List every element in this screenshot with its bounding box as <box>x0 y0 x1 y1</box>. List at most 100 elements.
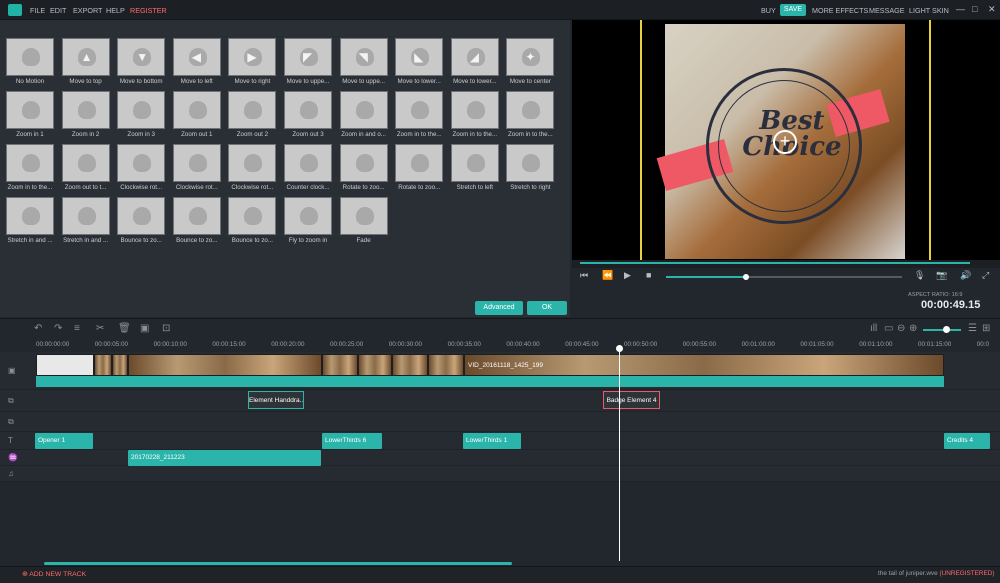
play-icon[interactable]: ▶ <box>624 270 631 281</box>
effect-thumbnail[interactable]: ◥ <box>339 38 388 76</box>
video-clip[interactable] <box>358 354 392 376</box>
delete-icon[interactable]: 🗑 <box>118 323 131 334</box>
effect-thumbnail[interactable] <box>172 144 221 182</box>
text-clip-lowerthirds-1[interactable]: LowerThirds 1 <box>463 433 521 449</box>
menu-edit[interactable]: EDIT <box>50 6 66 15</box>
effect-thumbnail[interactable] <box>228 144 277 182</box>
effect-thumbnail[interactable] <box>6 91 54 129</box>
volume-icon[interactable]: 🔊 <box>960 270 971 281</box>
effect-thumbnail[interactable] <box>172 197 221 235</box>
effect-thumbnail[interactable] <box>61 91 110 129</box>
effect-thumbnail[interactable]: ◀ <box>172 38 221 76</box>
zoom-slider-handle[interactable] <box>943 326 950 333</box>
video-clip-main[interactable]: VID_20161118_1425_199 <box>464 354 944 376</box>
element-clip-badge[interactable]: Badge Element 4 <box>603 391 660 409</box>
effect-thumbnail[interactable] <box>284 197 332 235</box>
effect-thumbnail[interactable] <box>228 197 277 235</box>
cut-icon[interactable]: ✂ <box>96 323 104 334</box>
maximize-icon[interactable]: □ <box>972 4 977 14</box>
effect-thumbnail[interactable] <box>506 144 555 182</box>
export-frame-icon[interactable]: ⊡ <box>162 323 170 334</box>
fullscreen-icon[interactable]: ⤢ <box>982 270 989 281</box>
adjust-icon[interactable]: ≡ <box>74 323 80 334</box>
text-clip-lowerthirds-6[interactable]: LowerThirds 6 <box>322 433 382 449</box>
ok-button[interactable]: OK <box>527 301 567 315</box>
zoom-in-icon[interactable]: ⊕ <box>909 323 917 334</box>
effect-thumbnail[interactable] <box>117 91 166 129</box>
video-clip[interactable] <box>94 354 112 376</box>
video-clip-images[interactable] <box>128 354 322 376</box>
effect-thumbnail[interactable]: ◢ <box>450 38 499 76</box>
menu-file[interactable]: FILE <box>30 6 45 15</box>
effect-thumbnail[interactable] <box>395 144 444 182</box>
speed-icon[interactable]: ▭ <box>884 323 893 334</box>
effect-thumbnail[interactable] <box>284 144 332 182</box>
effect-thumbnail[interactable]: ◣ <box>395 38 444 76</box>
effect-thumbnail[interactable] <box>450 91 499 129</box>
effect-thumbnail[interactable] <box>6 38 54 76</box>
element-clip-handdrawn[interactable]: Element Handdra... <box>248 391 304 409</box>
step-back-icon[interactable]: ⏪ <box>602 270 613 281</box>
playback-slider-handle[interactable] <box>743 274 750 280</box>
zoom-slider[interactable] <box>923 329 961 331</box>
effect-thumbnail[interactable]: ▶ <box>228 38 277 76</box>
minimize-icon[interactable]: — <box>956 4 965 14</box>
effect-thumbnail[interactable] <box>284 91 332 129</box>
stop-icon[interactable]: ■ <box>646 270 651 280</box>
more-effects-button[interactable]: MORE EFFECTS <box>812 6 868 15</box>
text-clip-opener[interactable]: Opener 1 <box>35 433 93 449</box>
video-clip[interactable] <box>112 354 128 376</box>
light-skin-button[interactable]: LIGHT SKIN <box>909 6 949 15</box>
effect-thumbnail[interactable] <box>117 144 166 182</box>
text-clip-credits[interactable]: Credits 4 <box>944 433 990 449</box>
save-button[interactable]: SAVE <box>780 4 806 16</box>
advanced-button[interactable]: Advanced <box>475 301 523 315</box>
effect-thumbnail[interactable]: ✦ <box>506 38 555 76</box>
playhead[interactable] <box>619 345 620 561</box>
effect-thumbnail[interactable] <box>339 197 388 235</box>
crop-icon[interactable]: ▣ <box>140 323 149 334</box>
buy-button[interactable]: BUY <box>761 6 776 15</box>
close-icon[interactable]: ✕ <box>988 4 996 15</box>
audio-clip[interactable]: 20170228_211223 <box>128 450 321 466</box>
effect-thumbnail[interactable]: ◤ <box>284 38 332 76</box>
effect-thumbnail[interactable]: ▼ <box>117 38 166 76</box>
preview-progress-bar[interactable] <box>572 260 1000 268</box>
effect-thumbnail[interactable] <box>450 144 499 182</box>
effect-thumbnail[interactable] <box>339 91 388 129</box>
move-handle-icon[interactable]: + <box>773 130 797 154</box>
effect-thumbnail[interactable] <box>506 91 555 129</box>
add-new-track-button[interactable]: ⊕ ADD NEW TRACK <box>22 570 86 578</box>
redo-icon[interactable]: ↷ <box>54 323 62 334</box>
effect-thumbnail[interactable] <box>228 91 277 129</box>
effect-thumbnail[interactable] <box>61 197 110 235</box>
message-button[interactable]: MESSAGE <box>869 6 905 15</box>
effect-thumbnail[interactable]: ▲ <box>61 38 110 76</box>
menu-export[interactable]: EXPORT <box>73 6 102 15</box>
list-view-icon[interactable]: ☰ <box>968 323 977 334</box>
microphone-icon[interactable]: 🎙 <box>914 270 925 281</box>
playhead-handle[interactable] <box>616 345 623 352</box>
timeline-ruler[interactable]: 00:00:00:00 00:00:05:00 00:00:10:00 00:00:1… <box>0 338 1000 352</box>
effect-thumbnail[interactable] <box>6 144 54 182</box>
effect-thumbnail[interactable] <box>339 144 388 182</box>
playback-slider[interactable] <box>666 274 902 280</box>
video-clip[interactable] <box>428 354 464 376</box>
menu-help[interactable]: HELP <box>106 6 125 15</box>
video-clip[interactable] <box>322 354 358 376</box>
snapshot-icon[interactable]: 📷 <box>936 270 947 281</box>
timeline-scrollbar[interactable] <box>44 562 512 565</box>
undo-icon[interactable]: ↶ <box>34 323 42 334</box>
skip-back-icon[interactable]: ⏮ <box>580 270 588 281</box>
grid-view-icon[interactable]: ⊞ <box>982 323 990 334</box>
audio-mixer-icon[interactable]: ıll <box>870 323 877 334</box>
effect-thumbnail[interactable] <box>6 197 54 235</box>
zoom-out-icon[interactable]: ⊖ <box>897 323 905 334</box>
video-clip-opener[interactable]: Opener 1 <box>36 354 94 376</box>
video-clip[interactable] <box>392 354 428 376</box>
effect-thumbnail[interactable] <box>395 91 444 129</box>
menu-register[interactable]: REGISTER <box>130 6 167 15</box>
effect-thumbnail[interactable] <box>172 91 221 129</box>
effect-thumbnail[interactable] <box>117 197 166 235</box>
effect-thumbnail[interactable] <box>61 144 110 182</box>
